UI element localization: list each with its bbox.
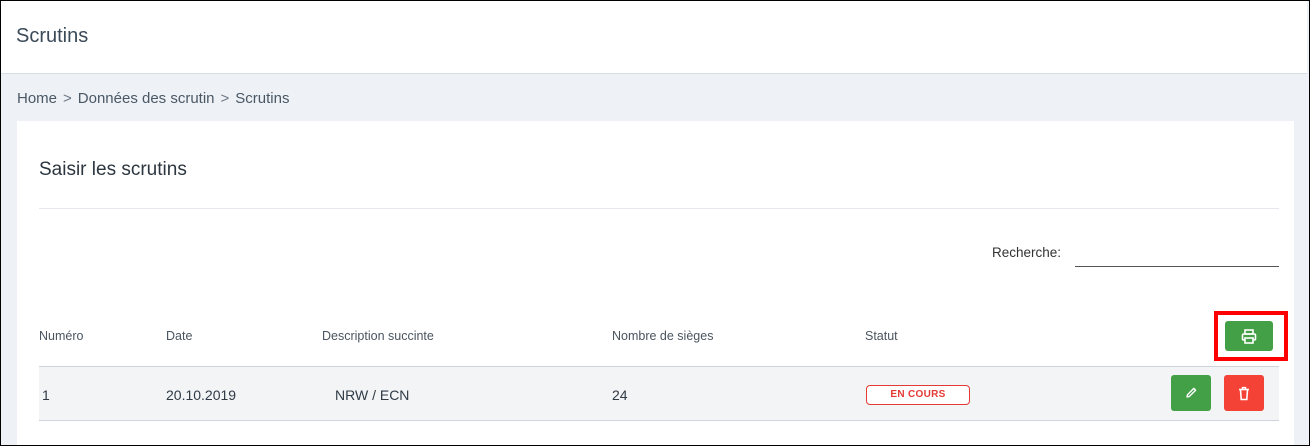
edit-button[interactable] <box>1171 375 1211 411</box>
search-label: Recherche: <box>992 245 1062 260</box>
cell-numero: 1 <box>42 387 50 403</box>
column-header-statut[interactable]: Statut <box>865 329 898 343</box>
column-header-numero[interactable]: Numéro <box>39 329 83 343</box>
printer-icon <box>1241 328 1257 344</box>
cell-description: NRW / ECN <box>335 387 410 403</box>
breadcrumb: Home > Données des scrutin > Scrutins <box>17 90 289 107</box>
breadcrumb-separator: > <box>220 90 230 107</box>
breadcrumb-item-donnees[interactable]: Données des scrutin <box>78 90 215 107</box>
breadcrumb-separator: > <box>63 90 72 107</box>
print-button[interactable] <box>1225 321 1273 351</box>
column-header-sieges[interactable]: Nombre de sièges <box>612 329 713 343</box>
cell-sieges: 24 <box>612 387 628 403</box>
pencil-icon <box>1186 387 1197 398</box>
card-title: Saisir les scrutins <box>39 159 187 180</box>
breadcrumb-item-home[interactable]: Home <box>17 90 57 107</box>
page-title: Scrutins <box>16 25 89 47</box>
table-row[interactable]: 1 20.10.2019 NRW / ECN 24 EN COURS <box>39 367 1279 421</box>
content-card: Saisir les scrutins Recherche: Numéro Da… <box>17 121 1294 445</box>
search-input[interactable] <box>1075 239 1279 267</box>
delete-button[interactable] <box>1224 375 1264 411</box>
breadcrumb-item-scrutins: Scrutins <box>235 90 290 107</box>
divider <box>39 208 1279 209</box>
column-header-description[interactable]: Description succinte <box>322 329 434 343</box>
column-header-date[interactable]: Date <box>166 329 192 343</box>
trash-icon <box>1239 386 1249 400</box>
page-header: Scrutins <box>1 1 1307 74</box>
cell-date: 20.10.2019 <box>166 387 237 403</box>
status-badge: EN COURS <box>866 385 970 405</box>
app-window: Scrutins Home > Données des scrutin > Scruti… <box>0 0 1310 446</box>
